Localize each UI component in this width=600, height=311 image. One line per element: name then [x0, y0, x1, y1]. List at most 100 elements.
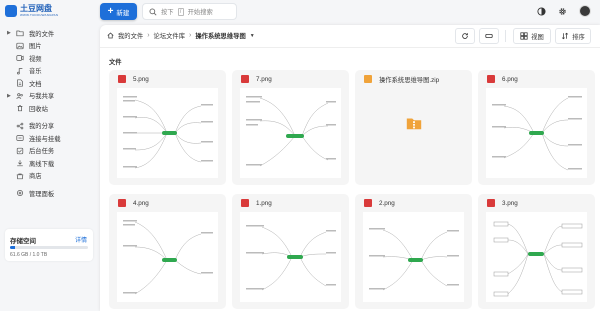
user-avatar[interactable]: [579, 5, 591, 17]
file-card[interactable]: 1.png: [232, 194, 349, 309]
sidebar: 土豆网盘 WWW.TUDOUWANGPAN ▶ 我的文件 图片 视频 音乐 文档…: [0, 0, 96, 311]
settings-gear-icon[interactable]: [558, 7, 567, 16]
music-icon: [17, 67, 23, 74]
refresh-icon: [462, 33, 468, 39]
select-box-icon: [485, 34, 493, 38]
search-prefix: 按下: [161, 9, 174, 16]
sidebar-item-offline-download[interactable]: 离线下载: [0, 157, 96, 170]
home-icon[interactable]: [107, 32, 114, 39]
mindmap-thumbnail: [492, 96, 582, 171]
file-thumbnail: [486, 88, 587, 178]
mindmap-thumbnail: [246, 225, 336, 291]
select-mode-button[interactable]: [479, 28, 499, 44]
file-card[interactable]: 3.png: [478, 194, 595, 309]
sidebar-item-connections[interactable]: 连接与挂载: [0, 132, 96, 145]
video-icon: [16, 55, 24, 61]
theme-toggle-icon[interactable]: [537, 7, 546, 16]
expand-arrow-icon[interactable]: ▶: [7, 93, 11, 99]
view-button[interactable]: 视图: [513, 28, 551, 44]
logo-icon: [5, 4, 17, 17]
trash-icon: [17, 105, 23, 112]
file-card[interactable]: 操作系统思维导图.zip: [355, 70, 472, 185]
sidebar-item-my-shares[interactable]: 我的分享: [0, 120, 96, 133]
sidebar-item-documents[interactable]: 文档: [0, 77, 96, 90]
breadcrumb-item[interactable]: 论坛文件库: [154, 31, 185, 40]
search-icon: [149, 8, 157, 16]
image-file-icon: [118, 75, 126, 83]
search-shortcut-key: /: [177, 7, 184, 16]
link-icon: [16, 135, 24, 141]
file-card[interactable]: 2.png: [355, 194, 472, 309]
image-file-icon: [241, 199, 249, 207]
sidebar-item-label: 回收站: [29, 105, 48, 113]
file-name: 1.png: [256, 199, 272, 207]
sidebar-item-videos[interactable]: 视频: [0, 52, 96, 65]
download-icon: [17, 160, 23, 167]
sidebar-item-label: 音乐: [29, 68, 42, 76]
file-name: 3.png: [502, 199, 518, 207]
sidebar-item-music[interactable]: 音乐: [0, 65, 96, 78]
sidebar-item-label: 管理面板: [29, 190, 55, 198]
sidebar-item-trash[interactable]: 回收站: [0, 102, 96, 115]
folder-icon: [16, 30, 24, 37]
sidebar-item-label: 视频: [29, 55, 42, 63]
image-file-icon: [487, 75, 495, 83]
sidebar-item-label: 文档: [29, 80, 42, 88]
sidebar-item-admin-panel[interactable]: 管理面板: [0, 187, 96, 200]
search-input[interactable]: 按下 / 开始搜索: [142, 3, 237, 20]
breadcrumb-current[interactable]: 操作系统思维导图: [195, 31, 245, 40]
grid-view-icon: [520, 32, 528, 40]
logo-subtitle: WWW.TUDOUWANGPAN: [20, 13, 59, 17]
sort-button[interactable]: 排序: [555, 28, 591, 44]
sidebar-item-label: 商店: [29, 173, 42, 181]
mindmap-thumbnail: [369, 228, 459, 291]
task-icon: [16, 147, 24, 154]
sidebar-item-store[interactable]: 商店: [0, 170, 96, 183]
sidebar-item-label: 我的分享: [29, 123, 55, 131]
file-card[interactable]: 5.png: [109, 70, 226, 185]
file-name: 4.png: [133, 199, 149, 207]
view-button-label: 视图: [531, 33, 544, 41]
breadcrumb-separator-icon: ›: [147, 32, 150, 39]
mindmap-thumbnail: [493, 221, 583, 297]
sidebar-item-images[interactable]: 图片: [0, 40, 96, 53]
image-file-icon: [241, 75, 249, 83]
sidebar-item-label: 图片: [29, 43, 42, 51]
sidebar-item-shared-with-me[interactable]: ▶ 与我共享: [0, 90, 96, 103]
breadcrumb-item[interactable]: 我的文件: [118, 31, 143, 40]
file-card[interactable]: 6.png: [478, 70, 595, 185]
image-file-icon: [364, 199, 372, 207]
sidebar-item-background-tasks[interactable]: 后台任务: [0, 145, 96, 158]
sort-icon: [562, 32, 569, 40]
expand-arrow-icon[interactable]: ▶: [7, 30, 11, 36]
file-card[interactable]: 4.png: [109, 194, 226, 309]
file-name: 2.png: [379, 199, 395, 207]
sort-button-label: 排序: [572, 33, 585, 41]
sidebar-item-label: 连接与挂载: [29, 135, 61, 143]
file-thumbnail: [363, 212, 464, 302]
file-thumbnail: [363, 88, 464, 178]
file-thumbnail: [240, 88, 341, 178]
sidebar-item-label: 我的文件: [29, 30, 55, 38]
file-name: 7.png: [256, 75, 272, 83]
image-file-icon: [487, 199, 495, 207]
file-card[interactable]: 7.png: [232, 70, 349, 185]
storage-details-link[interactable]: 详情: [75, 235, 87, 244]
sidebar-item-my-files[interactable]: ▶ 我的文件: [0, 27, 96, 40]
sidebar-item-label: 离线下载: [29, 160, 55, 168]
file-browser-panel: 我的文件 › 论坛文件库 › 操作系统思维导图 ▼ 视图 排序 文件 5.png: [100, 25, 600, 311]
file-name: 操作系统思维导图.zip: [379, 76, 440, 84]
image-icon: [16, 42, 24, 49]
file-thumbnail: [117, 88, 218, 178]
mindmap-thumbnail: [123, 220, 213, 295]
logo[interactable]: 土豆网盘 WWW.TUDOUWANGPAN: [5, 4, 58, 17]
caret-down-icon[interactable]: ▼: [250, 33, 255, 39]
store-icon: [16, 173, 24, 179]
sidebar-nav: ▶ 我的文件 图片 视频 音乐 文档 ▶ 与我共享 回收站 我的分享 连接与挂载…: [0, 27, 96, 200]
new-button[interactable]: + 新建: [100, 3, 137, 20]
zip-file-icon: [364, 75, 372, 83]
storage-progress-fill: [10, 246, 15, 249]
file-thumbnail: [240, 212, 341, 302]
logo-title: 土豆网盘: [20, 4, 52, 13]
refresh-button[interactable]: [455, 28, 475, 44]
